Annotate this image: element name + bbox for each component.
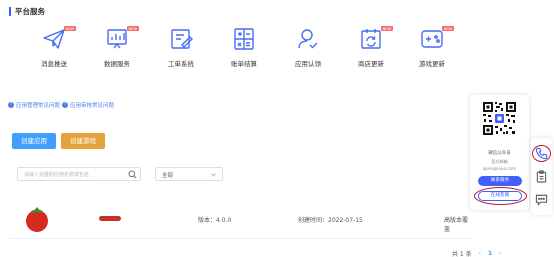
prev-page-icon[interactable]: ‹: [479, 250, 481, 257]
floating-toolbar: [531, 138, 552, 215]
mailbox-label: 官方邮箱: [491, 159, 508, 164]
search-placeholder: 请输入完整的应用名称或包名: [24, 172, 90, 178]
gamepad-icon: [421, 30, 443, 48]
help-links: ? 应用管理常见问题 ? 应用审核常见问题: [8, 101, 114, 109]
service-label: 数据服务: [104, 60, 130, 68]
email-text: open@vivo.com: [482, 166, 517, 171]
create-app-button[interactable]: 创建应用: [12, 133, 56, 149]
ticket-edit-icon: [171, 29, 193, 49]
user-check-icon: [298, 29, 318, 49]
app-review-faq-link[interactable]: 应用审核常见问题: [70, 101, 114, 109]
services-grid: NEW 消息推送 NEW 数据服务 工单系统 账单结算 应用认领 NEW 商店更…: [22, 26, 462, 72]
chat-icon[interactable]: [535, 193, 548, 206]
create-game-button[interactable]: 创建游戏: [61, 133, 105, 149]
pagination: 共 1 条 ‹ 1 ›: [452, 249, 502, 257]
highlight-ring: [532, 145, 551, 162]
search-icon[interactable]: [128, 170, 137, 179]
app-version: 版本：4.0.0: [198, 217, 232, 224]
help-icon: ?: [8, 102, 14, 108]
app-list-row[interactable]: 版本：4.0.0 创建时间：2022-07-15 高版本覆盖: [0, 198, 470, 238]
calculator-icon: [234, 28, 254, 50]
new-badge: NEW: [127, 26, 139, 31]
service-data[interactable]: NEW 数据服务: [85, 26, 149, 72]
qr-code-icon: [482, 101, 517, 136]
service-claim[interactable]: 应用认领: [276, 26, 340, 72]
app-name-redacted: [99, 216, 121, 221]
next-page-icon[interactable]: ›: [499, 250, 501, 257]
service-label: 消息推送: [41, 60, 67, 68]
highlight-ring: [474, 187, 527, 205]
paper-plane-icon: [43, 29, 65, 49]
service-label: 工单系统: [168, 60, 194, 68]
service-store-update[interactable]: NEW 商店更新: [339, 26, 403, 72]
search-input[interactable]: 请输入完整的应用名称或包名: [17, 167, 141, 181]
service-push[interactable]: NEW 消息推送: [22, 26, 86, 72]
current-page[interactable]: 1: [488, 250, 492, 257]
status-select-value: 全部: [162, 173, 174, 179]
title-accent-bar: [9, 7, 11, 16]
service-ticket[interactable]: 工单系统: [149, 26, 213, 72]
app-management-faq-link[interactable]: 应用管理常见问题: [16, 101, 60, 109]
data-chart-icon: [107, 29, 127, 49]
contact-service-button[interactable]: 联系服务: [478, 176, 522, 186]
service-label: 游戏更新: [419, 60, 445, 68]
service-label: 商店更新: [358, 60, 384, 68]
service-billing[interactable]: 账单结算: [212, 26, 276, 72]
section-title: 平台服务: [15, 7, 45, 16]
wechat-label: 微信公众号: [488, 151, 511, 156]
app-created-time: 创建时间：2022-07-15: [298, 217, 363, 224]
service-label: 应用认领: [295, 60, 321, 68]
help-icon: ?: [62, 102, 69, 108]
contact-card: 微信公众号 官方邮箱 open@vivo.com 联系服务 在线客服: [470, 95, 529, 210]
app-avatar: [26, 207, 48, 232]
pagination-total: 共 1 条: [452, 251, 472, 257]
new-badge: NEW: [381, 26, 393, 31]
service-game-update[interactable]: NEW 游戏更新: [400, 26, 464, 72]
row-divider: [10, 238, 472, 239]
chevron-down-icon: [211, 173, 216, 177]
store-update-icon: [361, 29, 381, 49]
status-select[interactable]: 全部: [155, 167, 223, 181]
service-label: 账单结算: [231, 60, 257, 68]
new-badge: NEW: [64, 26, 76, 31]
clipboard-icon[interactable]: [535, 170, 548, 183]
new-badge: NEW: [442, 26, 454, 31]
app-status-text: 高版本覆盖: [444, 217, 469, 233]
section-header: 平台服务: [9, 6, 45, 17]
